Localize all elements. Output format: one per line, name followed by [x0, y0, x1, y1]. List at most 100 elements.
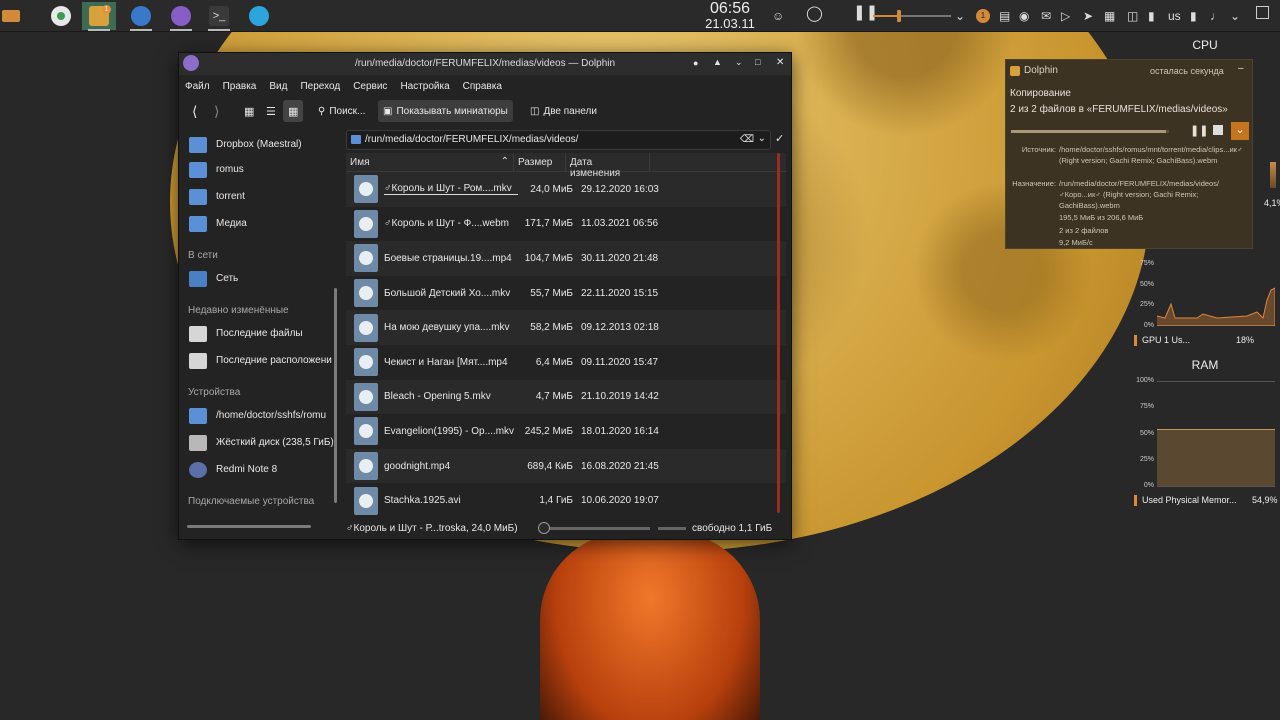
place-label: romus [216, 164, 244, 175]
telegram-tray-icon[interactable]: ➤ [1083, 8, 1093, 24]
place-dropbox[interactable]: Dropbox (Maestral) [179, 129, 339, 156]
forward-icon[interactable]: ⟩ [209, 100, 224, 122]
split-label: Две панели [543, 105, 597, 117]
ram-axis-25: 25% [1139, 456, 1154, 463]
play-icon[interactable]: ▷ [1061, 8, 1070, 24]
thumbnails-button[interactable]: ▣ Показывать миниатюры [378, 100, 513, 122]
task-terminal[interactable]: >_ [202, 2, 236, 31]
task-dolphin[interactable]: 1 [82, 2, 116, 31]
menu-settings[interactable]: Настройка [400, 81, 449, 92]
place-romus[interactable]: romus [179, 156, 339, 183]
task-telegram[interactable] [242, 2, 276, 30]
free-space: свободно 1,1 ГиБ [692, 522, 773, 534]
video-file-icon [354, 452, 378, 481]
volume-icon[interactable]: ♩ [1210, 8, 1222, 24]
details-view-icon[interactable]: ▦ [283, 100, 304, 122]
compact-view-icon[interactable]: ☰ [261, 100, 281, 122]
menu-go[interactable]: Переход [300, 81, 340, 92]
expand-tray-icon[interactable]: ⌄ [1230, 8, 1240, 24]
place-media[interactable]: Медиа [179, 210, 339, 237]
chevron-down-icon[interactable]: ⌄ [955, 8, 965, 24]
chevron-down-icon[interactable]: ⌄ [758, 133, 766, 144]
media-icon[interactable]: ◉ [1019, 8, 1029, 24]
inbox-icon[interactable]: ▤ [999, 8, 1010, 24]
back-icon[interactable]: ⟨ [187, 100, 202, 122]
table-row[interactable]: goodnight.mp4 689,4 КиБ 16.08.2020 21:45 [346, 448, 786, 484]
split-icon: ◫ [530, 105, 540, 117]
table-row[interactable]: Stachka.1925.avi 1,4 ГиБ 10.06.2020 19:07 [346, 483, 786, 515]
device-icon[interactable]: ▮ [1148, 8, 1155, 24]
column-size[interactable]: Размер [514, 153, 566, 171]
updates-badge[interactable]: 1 [976, 9, 990, 23]
task-browser[interactable] [124, 2, 158, 31]
place-network[interactable]: Сеть [179, 265, 339, 292]
window-titlebar[interactable]: /run/media/doctor/FERUMFELIX/medias/vide… [179, 53, 791, 75]
folder-icon [351, 135, 361, 144]
menu-edit[interactable]: Правка [223, 81, 257, 92]
volume-slider[interactable] [873, 10, 951, 22]
ram-label: Used Physical Memor... [1142, 495, 1237, 505]
place-hard-disk[interactable]: Жёсткий диск (238,5 ГиБ) [179, 429, 339, 456]
gpu-legend-swatch [1134, 335, 1137, 346]
files-copied: 2 из 2 файлов [1059, 226, 1109, 235]
pin-icon[interactable]: ● [693, 58, 698, 68]
place-sshfs[interactable]: /home/doctor/sshfs/romu [179, 402, 339, 429]
pause-icon[interactable]: ❚❚ [853, 5, 878, 21]
file-size: 1,4 ГиБ [539, 495, 573, 507]
table-row[interactable]: Большой Детский Хо....mkv 55,7 МиБ 22.11.2… [346, 276, 786, 311]
system-monitor-widget: CPU 4,1% 75% 50% 25% 0% GPU 1 Us... 18% … [1130, 32, 1280, 552]
table-row[interactable]: ♂Король и Шут - Ром....mkv 24,0 МиБ 29.12.… [346, 172, 786, 207]
place-torrent[interactable]: torrent [179, 183, 339, 210]
clock[interactable]: 06:56 21.03.11 [698, 1, 762, 31]
clear-icon[interactable]: ⌫ [740, 134, 754, 145]
ram-axis-50: 50% [1139, 430, 1154, 437]
show-desktop-icon[interactable] [1256, 6, 1269, 19]
video-file-icon [354, 313, 378, 342]
table-row[interactable]: ♂Король и Шут - Ф....webm 171,7 МиБ 11.03.… [346, 207, 786, 242]
menu-help[interactable]: Справка [463, 81, 502, 92]
places-scrollbar[interactable] [334, 288, 337, 503]
video-file-icon [354, 348, 378, 377]
file-size: 171,7 МиБ [524, 218, 573, 230]
search-button[interactable]: ⚲ Поиск... [313, 100, 370, 122]
minimize-icon[interactable]: ⌄ [735, 57, 743, 68]
menu-file[interactable]: Файл [185, 81, 210, 92]
battery-icon[interactable]: ▮ [1190, 8, 1197, 24]
table-row[interactable]: Evangelion(1995) - Op....mkv 245,2 МиБ 18.… [346, 414, 786, 449]
maximize-icon[interactable]: □ [755, 57, 760, 67]
place-recent-locations[interactable]: Последние расположени [179, 347, 339, 374]
keyboard-layout[interactable]: us [1168, 8, 1181, 24]
icons-view-icon[interactable]: ▦ [239, 100, 259, 122]
zoom-slider[interactable] [538, 521, 650, 534]
timer-icon[interactable]: ◯ [806, 6, 823, 22]
keep-above-icon[interactable]: ▲ [713, 57, 722, 67]
close-icon[interactable]: ✕ [776, 57, 784, 68]
user-icon[interactable]: ☺ [772, 8, 784, 24]
clipboard-icon[interactable]: ◫ [1127, 8, 1138, 24]
gpu-axis-25: 25% [1139, 301, 1154, 308]
file-name: ♂Король и Шут - Ром....mkv [384, 183, 518, 196]
table-row[interactable]: На мою девушку упа....mkv 58,2 МиБ 09.12.2… [346, 310, 786, 345]
column-date[interactable]: Дата изменения [566, 153, 650, 179]
mail-icon[interactable]: ✉ [1041, 8, 1051, 24]
place-recent-files[interactable]: Последние файлы [179, 320, 339, 347]
split-button[interactable]: ◫ Две панели [525, 100, 602, 122]
task-media-player[interactable] [164, 2, 198, 31]
network-icon[interactable]: ▦ [1104, 8, 1115, 24]
location-bar[interactable]: /run/media/doctor/FERUMFELIX/medias/vide… [346, 130, 771, 150]
menu-view[interactable]: Вид [269, 81, 287, 92]
column-name[interactable]: Имя ⌃ [346, 153, 514, 171]
menu-tools[interactable]: Сервис [353, 81, 387, 92]
table-row[interactable]: Боевые страницы.19....mp4 104,7 МиБ 30.11.… [346, 241, 786, 276]
table-row[interactable]: Bleach - Opening 5.mkv 4,7 МиБ 21.10.2019 … [346, 379, 786, 415]
app-launcher-icon[interactable] [0, 2, 22, 30]
section-recent: Недавно изменённые [188, 305, 289, 316]
place-phone[interactable]: Redmi Note 8 [179, 456, 339, 483]
file-list-scrollbar[interactable] [777, 153, 780, 513]
file-date: 21.10.2019 14:42 [581, 391, 659, 403]
places-hscrollbar[interactable] [187, 525, 311, 528]
file-rows: ♂Король и Шут - Ром....mkv 24,0 МиБ 29.12.… [346, 172, 786, 515]
task-app-icon[interactable] [44, 2, 78, 30]
table-row[interactable]: Чекист и Наган [Мят....mp4 6,4 МиБ 09.11.2… [346, 345, 786, 380]
confirm-icon[interactable]: ✓ [775, 132, 784, 145]
